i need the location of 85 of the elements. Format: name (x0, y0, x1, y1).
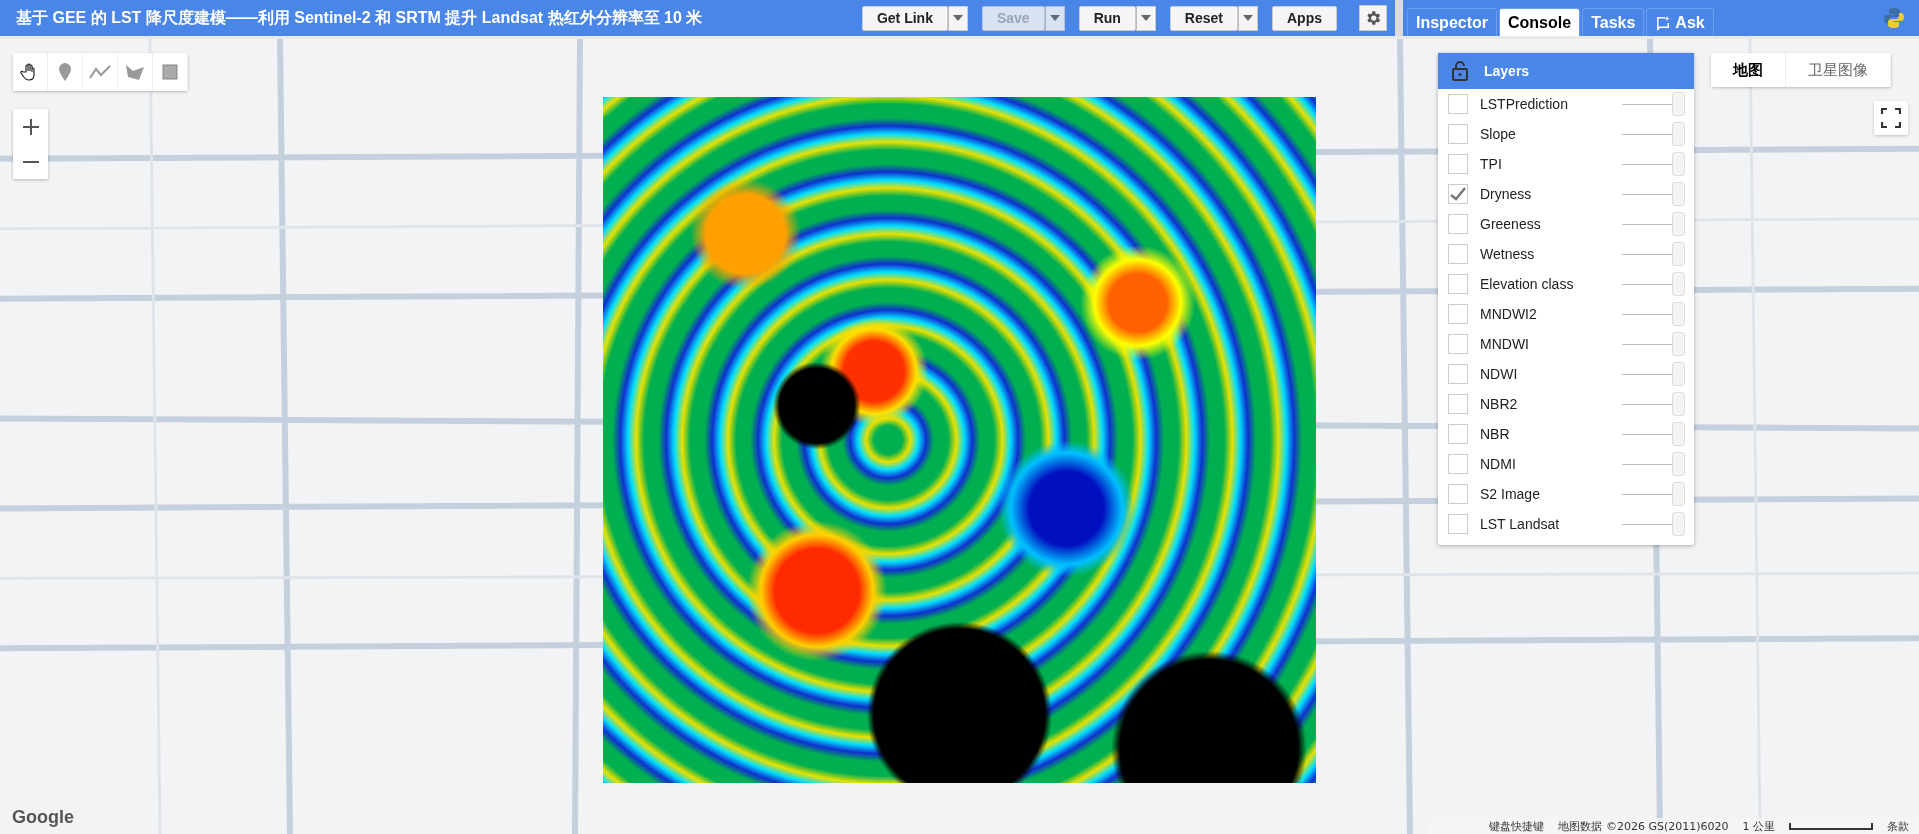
lock-icon[interactable] (1452, 61, 1468, 81)
rectangle-tool-icon[interactable] (153, 53, 188, 91)
opacity-slider[interactable] (1622, 182, 1684, 206)
opacity-slider[interactable] (1622, 452, 1684, 476)
line-tool-icon[interactable] (83, 53, 118, 91)
toolbar-button[interactable]: Apps (1272, 5, 1337, 31)
opacity-slider[interactable] (1622, 242, 1684, 266)
opacity-slider[interactable] (1622, 212, 1684, 236)
zoom-out-button[interactable] (13, 144, 48, 179)
panel-tab[interactable]: Ask (1646, 8, 1714, 36)
layer-name: NDWI (1480, 366, 1519, 382)
layer-checkbox[interactable] (1448, 94, 1468, 114)
zoom-in-button[interactable] (13, 109, 48, 144)
layer-name: LSTPrediction (1480, 96, 1569, 112)
opacity-slider[interactable] (1622, 422, 1684, 446)
opacity-slider[interactable] (1622, 302, 1684, 326)
opacity-slider[interactable] (1622, 512, 1684, 536)
layer-name: Dryness (1480, 186, 1533, 202)
plus-icon (22, 118, 39, 135)
toolbar-button[interactable]: Run (1078, 5, 1136, 31)
opacity-slider[interactable] (1622, 332, 1684, 356)
opacity-slider[interactable] (1622, 392, 1684, 416)
layer-name: NDMI (1480, 456, 1517, 472)
polygon-tool-icon[interactable] (118, 53, 153, 91)
layer-checkbox[interactable] (1448, 454, 1468, 474)
layer-name: Greeness (1480, 216, 1542, 232)
caret-icon (1049, 15, 1060, 21)
layer-checkbox[interactable] (1448, 304, 1468, 324)
dropdown-button[interactable] (1238, 5, 1258, 31)
marker-tool-icon[interactable] (48, 53, 83, 91)
map-type-tab[interactable]: 地图 (1711, 53, 1786, 87)
scale-label: 1 公里 (1742, 818, 1775, 834)
layer-name: MNDWI2 (1480, 306, 1538, 322)
dropdown-button[interactable] (947, 5, 968, 31)
layer-checkbox[interactable] (1448, 274, 1468, 294)
layer-checkbox[interactable] (1448, 184, 1468, 204)
layer-checkbox[interactable] (1448, 214, 1468, 234)
layer-checkbox[interactable] (1448, 334, 1468, 354)
settings-button[interactable] (1359, 5, 1387, 31)
panel-tab[interactable]: Tasks (1582, 8, 1645, 36)
layer-name: Wetness (1480, 246, 1536, 262)
map-logo: Google (12, 807, 74, 828)
layer-checkbox[interactable] (1448, 514, 1468, 534)
script-title: 基于 GEE 的 LST 降尺度建模——利用 Sentinel-2 和 SRTM 提升 Landsat 热红外分辨率至 10 米 (16, 7, 703, 28)
terms-link[interactable]: 条款 (1887, 818, 1909, 834)
layer-checkbox[interactable] (1448, 154, 1468, 174)
toolbar-button[interactable]: Reset (1169, 5, 1238, 31)
minus-icon (22, 160, 39, 163)
panel-tab[interactable]: Console (1499, 8, 1581, 36)
layer-checkbox[interactable] (1448, 394, 1468, 414)
opacity-slider[interactable] (1622, 272, 1684, 296)
toolbar-button[interactable]: Get Link (861, 5, 948, 31)
sparkle-chat-icon (1655, 14, 1672, 31)
layer-name: NBR (1480, 426, 1511, 442)
panel-splitter[interactable] (1395, 0, 1403, 36)
caret-icon (1243, 15, 1253, 21)
keyboard-shortcuts-link[interactable]: 键盘快捷键 (1489, 818, 1545, 834)
layer-name: TPI (1480, 156, 1503, 172)
layer-checkbox[interactable] (1448, 244, 1468, 264)
layer-checkbox[interactable] (1448, 484, 1468, 504)
opacity-slider[interactable] (1622, 92, 1684, 116)
hand-tool-icon[interactable] (13, 53, 48, 91)
opacity-slider[interactable] (1622, 362, 1684, 386)
opacity-slider[interactable] (1622, 482, 1684, 506)
opacity-slider[interactable] (1622, 152, 1684, 176)
layer-checkbox[interactable] (1448, 124, 1468, 144)
layer-name: NBR2 (1480, 396, 1519, 412)
panel-tab[interactable]: Inspector (1407, 8, 1497, 36)
layer-checkbox[interactable] (1448, 364, 1468, 384)
dropdown-button[interactable] (1135, 5, 1156, 31)
caret-icon (952, 15, 963, 21)
layer-checkbox[interactable] (1448, 424, 1468, 444)
map-type-tab[interactable]: 卫星图像 (1786, 53, 1891, 87)
layer-name: Elevation class (1480, 276, 1575, 292)
map-attribution: 地图数据 ©2026 GS(2011)6020 (1558, 818, 1729, 834)
python-logo-icon (1883, 7, 1905, 29)
fullscreen-button[interactable] (1874, 101, 1908, 135)
layer-name: LST Landsat (1480, 516, 1561, 532)
layer-name: S2 Image (1480, 486, 1541, 502)
opacity-slider[interactable] (1622, 122, 1684, 146)
caret-icon (1140, 15, 1151, 21)
layers-title: Layers (1484, 63, 1530, 79)
layer-name: MNDWI (1480, 336, 1530, 352)
layer-name: Slope (1480, 126, 1517, 142)
fullscreen-icon (1881, 108, 1901, 128)
